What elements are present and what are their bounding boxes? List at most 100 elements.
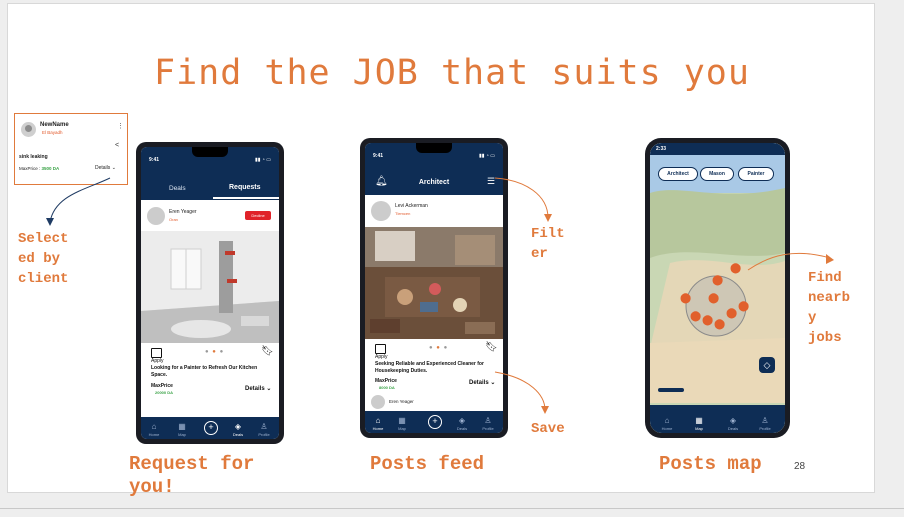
bottom-nav: ⌂ Home ▦ Map ◈ Deals ♙ Profile <box>650 405 785 433</box>
posts-map-caption: Posts map <box>659 453 762 475</box>
bookmark-icon[interactable]: 🔖︎ <box>485 342 498 353</box>
nav-label: Map <box>695 426 703 431</box>
apply-link[interactable]: Apply <box>151 358 164 364</box>
chip-mason[interactable]: Mason <box>700 167 734 181</box>
posts-feed-caption: Posts feed <box>370 453 485 475</box>
phone-posts-map: 2:33 Architect Mason Painter ⬤ ⬤ ⬤ ⬤ ⬤ ⬤… <box>645 138 790 438</box>
tab-deals[interactable]: Deals <box>169 185 186 192</box>
nav-label: Profile <box>258 432 270 437</box>
caption-line: Filt <box>531 226 565 242</box>
home-icon: ⌂ <box>151 422 157 431</box>
nav-deals[interactable]: ◈ Deals <box>451 416 473 431</box>
nav-profile[interactable]: ♙ Profile <box>477 416 499 431</box>
phone-screen: 9:41 ▮▮ ◔ ▭ Deals Requests Eren Yeager O… <box>141 147 279 439</box>
job-pin[interactable]: ⬤ <box>702 315 713 326</box>
caption-line: Request for <box>129 453 255 475</box>
job-pin[interactable]: ⬤ <box>708 293 719 304</box>
request-caption: Request for you! <box>129 453 254 499</box>
nav-home[interactable]: ⌂ Home <box>143 422 165 437</box>
carousel-dots: ● ● ● <box>429 345 449 351</box>
nav-deals[interactable]: ◈ Deals <box>227 422 249 437</box>
job-pin[interactable]: ⬤ <box>690 311 701 322</box>
selected-post-card[interactable]: NewName El Bayadh ⋮ < sink leaking MaxPr… <box>14 113 128 185</box>
caption-line: Find <box>808 270 842 286</box>
max-price-value: 8000 DA <box>379 385 395 390</box>
job-pin[interactable]: ⬤ <box>738 301 749 312</box>
bookmark-icon[interactable]: 🔖︎ <box>261 346 274 357</box>
post-photo-room <box>141 231 279 343</box>
caption-line: er <box>531 246 548 262</box>
filter-icon[interactable]: ☰ <box>487 176 495 187</box>
top-bar: 9:41 ▮▮ ◔ ▭ Deals Requests <box>141 147 279 200</box>
caption-line: jobs <box>808 330 842 346</box>
details-link[interactable]: Details ⌄ <box>245 385 271 392</box>
nav-label: Profile <box>482 426 494 431</box>
nav-home[interactable]: ⌂ Home <box>367 416 389 431</box>
nav-map[interactable]: ▦ Map <box>391 416 413 431</box>
deals-icon: ◈ <box>458 416 466 425</box>
map-icon: ▦ <box>695 416 703 425</box>
active-tab-indicator <box>213 197 279 199</box>
next-post-user: Eren Yeager <box>389 399 414 404</box>
post-user-city: Tlemcen <box>395 211 411 216</box>
phone-posts-feed: 9:41 ▮▮ ◔ ▭ 🔔︎ Architect ☰ Levi Ackerman… <box>360 138 508 438</box>
bottom-nav: ⌂ Home ▦ Map + ◈ Deals ♙ Profile <box>141 417 279 439</box>
nav-profile[interactable]: ♙ Profile <box>754 416 776 431</box>
map-icon: ▦ <box>398 416 406 425</box>
apply-link[interactable]: Apply <box>375 354 388 360</box>
filter-caption: Filt er <box>531 224 565 264</box>
top-bar: 9:41 ▮▮ ◔ ▭ 🔔︎ Architect ☰ <box>365 143 503 195</box>
phone-requests: 9:41 ▮▮ ◔ ▭ Deals Requests Eren Yeager O… <box>136 142 284 444</box>
share-icon[interactable]: < <box>115 142 119 149</box>
card-city: El Bayadh <box>42 130 63 135</box>
nav-map[interactable]: ▦ Map <box>171 422 193 437</box>
phone-screen: 9:41 ▮▮ ◔ ▭ 🔔︎ Architect ☰ Levi Ackerman… <box>365 143 503 433</box>
job-pin[interactable]: ⬤ <box>730 263 741 274</box>
details-label: Details <box>245 386 265 392</box>
card-details-label: Details <box>95 165 111 171</box>
decline-button[interactable]: Decline <box>245 211 271 220</box>
nav-label: Home <box>661 426 673 431</box>
caption-line: nearb <box>808 290 851 306</box>
chip-painter[interactable]: Painter <box>738 167 774 181</box>
zoom-slider[interactable] <box>658 388 684 392</box>
kebab-menu-icon[interactable]: ⋮ <box>117 122 124 130</box>
profile-icon: ♙ <box>761 416 769 425</box>
map-icon: ▦ <box>178 422 186 431</box>
card-name: NewName <box>40 122 69 128</box>
post-user-name: Eren Yeager <box>169 209 197 215</box>
nav-label: Map <box>398 426 406 431</box>
post-text: Looking for a Painter to Refresh Our Kit… <box>151 365 258 378</box>
nav-profile[interactable]: ♙ Profile <box>253 422 275 437</box>
caption-line: you! <box>129 476 175 498</box>
max-price-label: MaxPrice <box>151 383 173 389</box>
profile-icon: ♙ <box>260 422 268 431</box>
status-time: 9:41 <box>373 153 384 159</box>
add-post-button[interactable]: + <box>204 421 218 435</box>
nearby-caption: Find nearb y jobs <box>808 268 850 348</box>
chip-architect[interactable]: Architect <box>658 167 698 181</box>
status-time: 2:33 <box>656 146 667 152</box>
locate-me-button[interactable]: ◇ <box>759 357 775 373</box>
nav-map[interactable]: ▦ Map <box>688 416 710 431</box>
briefcase-icon <box>375 344 386 354</box>
post-text: Seeking Reliable and Experienced Cleaner… <box>375 361 484 374</box>
job-pin[interactable]: ⬤ <box>726 308 737 319</box>
caption-line: Select <box>18 231 69 247</box>
notch <box>192 147 228 157</box>
profile-icon: ♙ <box>484 416 492 425</box>
add-post-button[interactable]: + <box>428 415 442 429</box>
deals-icon: ◈ <box>729 416 737 425</box>
details-link[interactable]: Details ⌄ <box>469 379 495 386</box>
card-details-link[interactable]: Details ⌄ <box>95 165 116 171</box>
job-pin[interactable]: ⬤ <box>714 319 725 330</box>
chevron-down-icon: ⌄ <box>266 386 272 392</box>
nav-home[interactable]: ⌂ Home <box>656 416 678 431</box>
tab-requests[interactable]: Requests <box>229 184 261 191</box>
nav-label: Map <box>178 432 186 437</box>
job-pin[interactable]: ⬤ <box>680 293 691 304</box>
job-pin[interactable]: ⬤ <box>712 275 723 286</box>
save-caption: Save <box>531 421 565 437</box>
nav-deals[interactable]: ◈ Deals <box>722 416 744 431</box>
avatar <box>371 395 385 409</box>
